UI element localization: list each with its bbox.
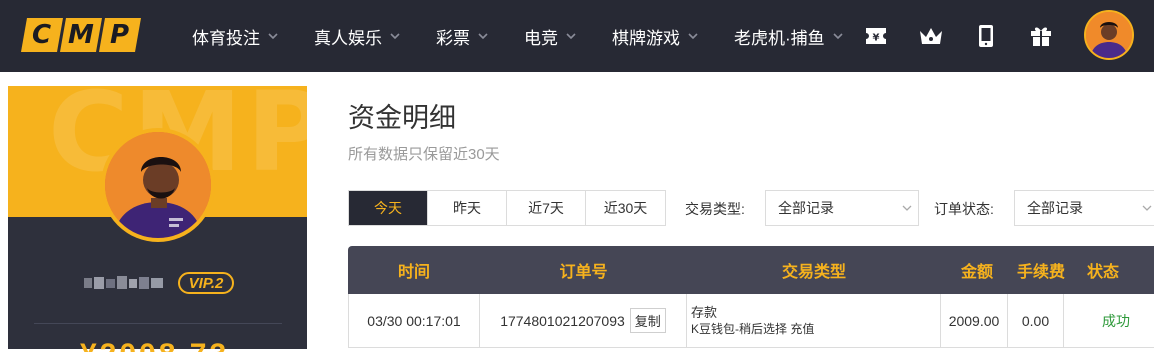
gift-icon[interactable]: [1027, 22, 1055, 50]
transaction-type-select[interactable]: 全部记录: [765, 190, 919, 226]
status-badge: 成功: [1102, 312, 1130, 329]
nav-item-slots-fishing[interactable]: 老虎机·捕鱼: [734, 24, 843, 49]
divider: [34, 323, 282, 324]
nav-item-live-casino[interactable]: 真人娱乐: [314, 24, 400, 49]
logo[interactable]: C M P: [21, 18, 141, 54]
header-icon-bar: ¥: [862, 20, 1082, 52]
crown-icon[interactable]: [917, 22, 945, 50]
column-header-status: 状态: [1087, 264, 1120, 281]
chevron-down-icon: [902, 205, 912, 211]
top-header: C M P 体育投注 真人娱乐 彩票 电竞 棋牌游戏 老虎机·捕鱼 ¥: [0, 0, 1154, 72]
chevron-down-icon: [688, 33, 698, 40]
tab-last-30-days[interactable]: 近30天: [586, 191, 665, 225]
nav-item-sports[interactable]: 体育投注: [192, 24, 278, 49]
page-subtitle: 所有数据只保留近30天: [348, 146, 500, 163]
transactions-table: 时间 订单号 交易类型 金额 手续费 状态 03/30 00:17:01 177…: [348, 246, 1154, 348]
order-status-label: 订单状态:: [934, 201, 994, 217]
chevron-down-icon: [478, 33, 488, 40]
tab-yesterday[interactable]: 昨天: [428, 191, 507, 225]
nav-item-esports[interactable]: 电竞: [524, 24, 576, 49]
account-sidebar: CMP VIP.2 ¥2008.73: [8, 86, 307, 352]
username-blurred: [82, 273, 168, 293]
balance-amount: ¥2008.73: [80, 340, 250, 352]
main-nav: 体育投注 真人娱乐 彩票 电竞 棋牌游戏 老虎机·捕鱼: [192, 0, 879, 72]
transaction-detail: K豆钱包-稍后选择 充值: [691, 321, 815, 336]
copy-button[interactable]: 复制: [629, 308, 666, 333]
profile-avatar[interactable]: [101, 128, 215, 242]
column-header-time: 时间: [397, 264, 430, 281]
cell-order-no: 1774801021207093 复制: [480, 294, 687, 347]
column-header-type: 交易类型: [781, 264, 846, 281]
column-header-order-no: 订单号: [559, 264, 608, 281]
tab-today[interactable]: 今天: [349, 191, 428, 225]
cell-amount: 2009.00: [941, 294, 1008, 347]
tab-last-7-days[interactable]: 近7天: [507, 191, 586, 225]
user-avatar[interactable]: [1084, 10, 1134, 60]
table-header: 时间 订单号 交易类型 金额 手续费 状态: [348, 246, 1154, 294]
column-header-amount: 金额: [960, 264, 993, 281]
chevron-down-icon: [390, 33, 400, 40]
cell-type: 存款 K豆钱包-稍后选择 充值: [687, 294, 941, 347]
mobile-icon[interactable]: [972, 22, 1000, 50]
nav-item-card-games[interactable]: 棋牌游戏: [612, 24, 698, 49]
cell-fee: 0.00: [1008, 294, 1064, 347]
page-title: 资金明细: [348, 103, 456, 133]
chevron-down-icon: [833, 33, 843, 40]
transaction-type-label: 交易类型:: [685, 201, 745, 217]
cell-time: 03/30 00:17:01: [349, 294, 480, 347]
transaction-type: 存款: [691, 304, 718, 320]
order-status-select[interactable]: 全部记录: [1014, 190, 1154, 226]
vip-level-badge: VIP.2: [178, 272, 234, 294]
chevron-down-icon: [1142, 205, 1152, 211]
order-number: 1774801021207093: [500, 312, 625, 329]
chevron-down-icon: [566, 33, 576, 40]
date-range-tabs: 今天 昨天 近7天 近30天: [348, 190, 666, 226]
column-header-fee: 手续费: [1016, 264, 1065, 281]
chevron-down-icon: [268, 33, 278, 40]
ticket-icon[interactable]: ¥: [862, 22, 890, 50]
nav-item-lottery[interactable]: 彩票: [436, 24, 488, 49]
svg-text:¥: ¥: [873, 33, 880, 44]
table-row: 03/30 00:17:01 1774801021207093 复制 存款 K豆…: [348, 294, 1154, 348]
